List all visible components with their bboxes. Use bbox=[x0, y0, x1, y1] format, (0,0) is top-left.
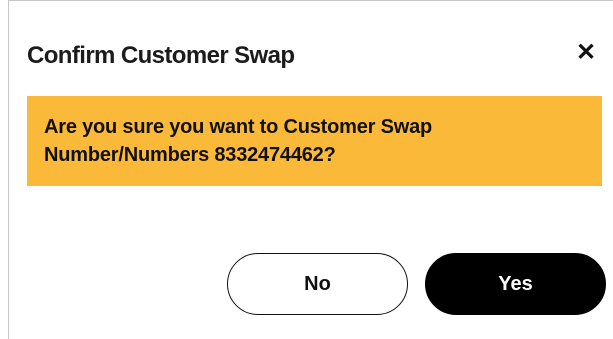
warning-banner: Are you sure you want to Customer Swap N… bbox=[27, 96, 602, 186]
confirm-dialog: Confirm Customer Swap ✕ Are you sure you… bbox=[8, 0, 613, 339]
no-button[interactable]: No bbox=[227, 253, 408, 315]
confirmation-message: Are you sure you want to Customer Swap N… bbox=[44, 116, 433, 166]
no-button-label: No bbox=[304, 272, 331, 295]
close-icon[interactable]: ✕ bbox=[571, 37, 601, 67]
yes-button[interactable]: Yes bbox=[425, 253, 606, 315]
dialog-title: Confirm Customer Swap bbox=[27, 42, 295, 69]
yes-button-label: Yes bbox=[498, 272, 533, 295]
